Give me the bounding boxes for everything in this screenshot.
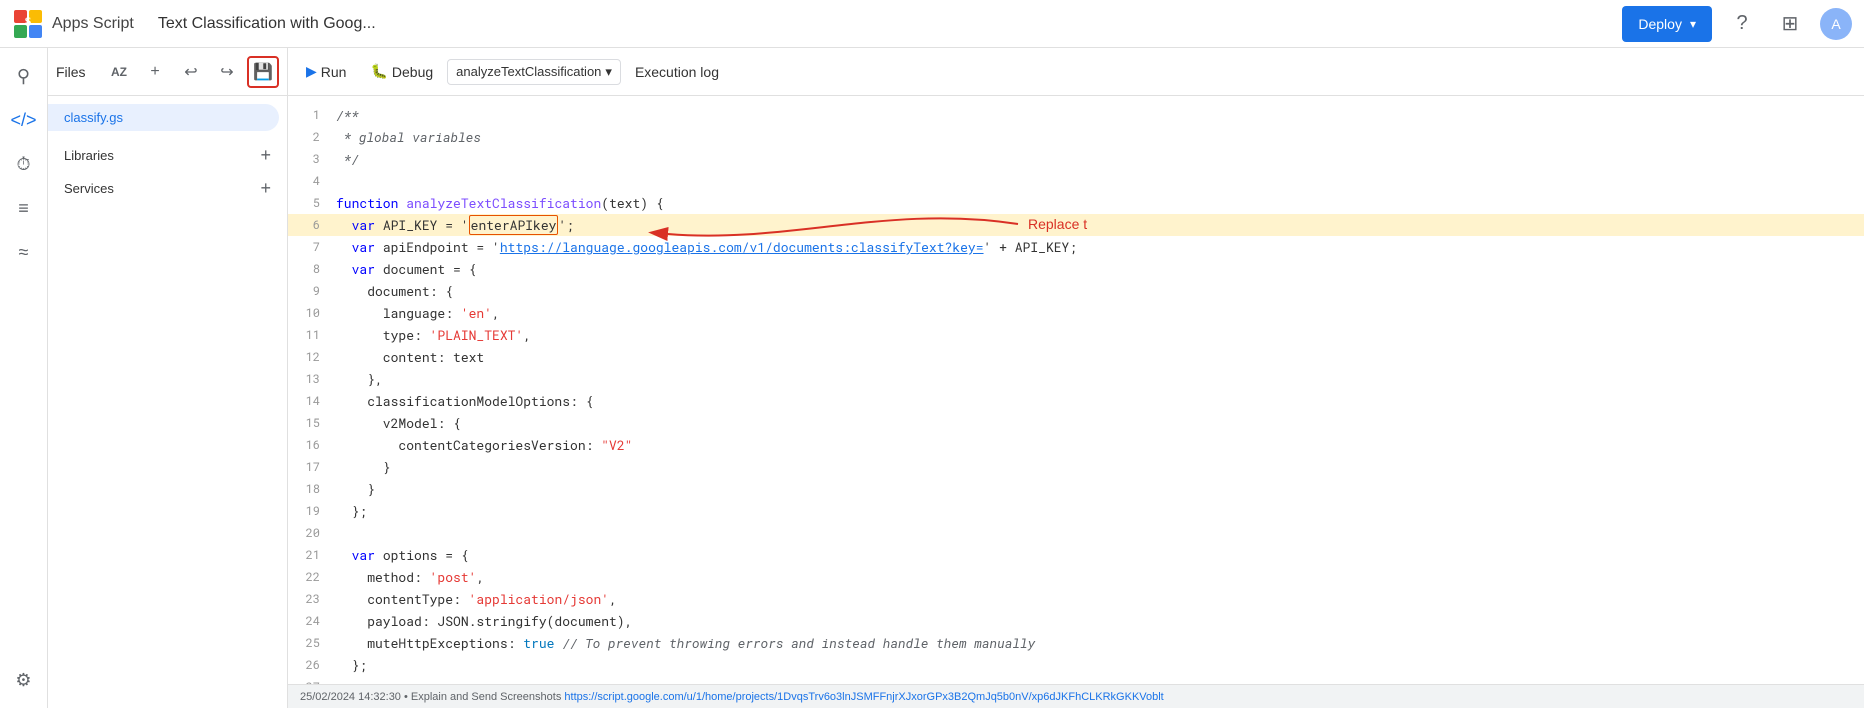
save-button[interactable]: 💾 xyxy=(247,56,279,88)
avatar-letter: A xyxy=(1831,16,1840,32)
function-chevron-icon: ▾ xyxy=(605,64,612,80)
logo-area: S Apps Script xyxy=(12,8,134,40)
save-icon: 💾 xyxy=(253,62,273,82)
debug-button[interactable]: 🐛 Debug xyxy=(360,57,443,86)
code-line: 26 }; xyxy=(288,654,1864,676)
redo-icon: ↪ xyxy=(220,62,233,82)
code-line: 14 classificationModelOptions: { xyxy=(288,390,1864,412)
services-label: Services xyxy=(64,181,114,196)
function-name: analyzeTextClassification xyxy=(456,64,601,79)
code-line: 7 var apiEndpoint = 'https://language.go… xyxy=(288,236,1864,258)
status-timestamp: 25/02/2024 14:32:30 • Explain and Send S… xyxy=(300,691,561,703)
undo-button[interactable]: ↩ xyxy=(175,56,207,88)
exec-log-button[interactable]: Execution log xyxy=(625,58,729,86)
sidebar-btn-layers[interactable]: ≡ xyxy=(4,188,44,228)
code-line: 24 payload: JSON.stringify(document), xyxy=(288,610,1864,632)
code-line: 25 muteHttpExceptions: true // To preven… xyxy=(288,632,1864,654)
code-line: 9 document: { xyxy=(288,280,1864,302)
run-button[interactable]: ▶ Run xyxy=(296,57,356,86)
files-list: classify.gs xyxy=(48,96,287,139)
exec-log-label: Execution log xyxy=(635,64,719,80)
file-item-label: classify.gs xyxy=(64,110,123,125)
run-icon: ▶ xyxy=(306,63,317,80)
sidebar-btn-clock[interactable]: ⏱ xyxy=(4,144,44,184)
tune-icon: ≈ xyxy=(19,242,29,263)
undo-icon: ↩ xyxy=(184,62,197,82)
topbar: S Apps Script Text Classification with G… xyxy=(0,0,1864,48)
code-area: 1 /** 2 * global variables 3 */ 4 xyxy=(288,96,1864,684)
files-toolbar: Files AZ + ↩ ↪ 💾 xyxy=(48,48,287,96)
sort-az-button[interactable]: AZ xyxy=(103,56,135,88)
file-item-classify[interactable]: classify.gs xyxy=(48,104,279,131)
code-line: 3 */ xyxy=(288,148,1864,170)
files-label: Files xyxy=(56,64,99,80)
avatar[interactable]: A xyxy=(1820,8,1852,40)
icon-sidebar: ⚲ </> ⏱ ≡ ≈ ⚙ xyxy=(0,48,48,708)
code-line: 12 content: text xyxy=(288,346,1864,368)
code-line: 20 xyxy=(288,522,1864,544)
code-line: 19 }; xyxy=(288,500,1864,522)
section-services[interactable]: Services + xyxy=(48,172,287,205)
doc-title: Text Classification with Goog... xyxy=(158,15,376,33)
deploy-label: Deploy xyxy=(1638,16,1682,32)
code-line: 22 method: 'post', xyxy=(288,566,1864,588)
help-icon: ? xyxy=(1736,12,1747,35)
files-panel: Files AZ + ↩ ↪ 💾 classify.gs xyxy=(48,48,288,708)
sidebar-btn-settings[interactable]: ⚙ xyxy=(4,660,44,700)
redo-button[interactable]: ↪ xyxy=(211,56,243,88)
sort-az-icon: AZ xyxy=(111,65,127,79)
code-line: 17 } xyxy=(288,456,1864,478)
code-line: 1 /** xyxy=(288,104,1864,126)
action-bar: ▶ Run 🐛 Debug analyzeTextClassification … xyxy=(288,48,1864,96)
status-bar: 25/02/2024 14:32:30 • Explain and Send S… xyxy=(288,684,1864,708)
code-line: 18 } xyxy=(288,478,1864,500)
sidebar-btn-tune[interactable]: ≈ xyxy=(4,232,44,272)
code-icon: </> xyxy=(10,110,36,131)
status-url[interactable]: https://script.google.com/u/1/home/proje… xyxy=(564,691,1163,703)
debug-label: Debug xyxy=(392,64,433,80)
libraries-label: Libraries xyxy=(64,148,114,163)
app-title: Apps Script xyxy=(52,15,134,33)
code-line: 11 type: 'PLAIN_TEXT', xyxy=(288,324,1864,346)
run-label: Run xyxy=(321,64,347,80)
code-line: 4 xyxy=(288,170,1864,192)
main-container: ⚲ </> ⏱ ≡ ≈ ⚙ Files AZ + ↩ xyxy=(0,48,1864,708)
clock-icon: ⏱ xyxy=(16,154,30,175)
function-selector[interactable]: analyzeTextClassification ▾ xyxy=(447,59,621,85)
settings-icon: ⚙ xyxy=(15,670,31,691)
deploy-button[interactable]: Deploy ▾ xyxy=(1622,6,1712,42)
deploy-chevron-icon: ▾ xyxy=(1690,17,1696,31)
grid-icon: ⊞ xyxy=(1782,11,1799,36)
sidebar-btn-code[interactable]: </> xyxy=(4,100,44,140)
grid-button[interactable]: ⊞ xyxy=(1772,6,1808,42)
code-line: 8 var document = { xyxy=(288,258,1864,280)
libraries-add-icon: + xyxy=(260,145,271,166)
debug-icon: 🐛 xyxy=(370,63,387,80)
code-line-6: 6 var API_KEY = 'enterAPIkey'; xyxy=(288,214,1864,236)
code-line: 16 contentCategoriesVersion: "V2" xyxy=(288,434,1864,456)
services-add-icon: + xyxy=(260,178,271,199)
sidebar-btn-search[interactable]: ⚲ xyxy=(4,56,44,96)
apps-script-logo: S xyxy=(12,8,44,40)
code-editor[interactable]: 1 /** 2 * global variables 3 */ 4 xyxy=(288,96,1864,684)
add-icon: + xyxy=(150,63,159,81)
code-line: 15 v2Model: { xyxy=(288,412,1864,434)
code-line: 27 xyxy=(288,676,1864,684)
code-line: 5 function analyzeTextClassification(tex… xyxy=(288,192,1864,214)
help-button[interactable]: ? xyxy=(1724,6,1760,42)
code-line: 21 var options = { xyxy=(288,544,1864,566)
section-libraries[interactable]: Libraries + xyxy=(48,139,287,172)
code-line: 2 * global variables xyxy=(288,126,1864,148)
add-file-button[interactable]: + xyxy=(139,56,171,88)
layers-icon: ≡ xyxy=(18,198,29,219)
search-icon: ⚲ xyxy=(17,66,30,87)
code-line: 23 contentType: 'application/json', xyxy=(288,588,1864,610)
svg-text:S: S xyxy=(25,14,32,28)
code-line: 10 language: 'en', xyxy=(288,302,1864,324)
code-line: 13 }, xyxy=(288,368,1864,390)
